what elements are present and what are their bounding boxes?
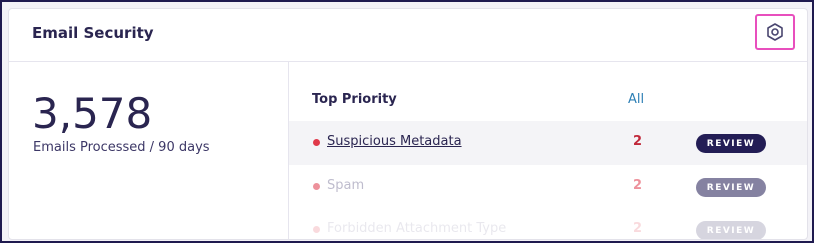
emails-processed-caption: Emails Processed / 90 days	[33, 140, 210, 155]
settings-button[interactable]	[755, 14, 795, 50]
emails-processed-count: 3,578	[32, 89, 153, 138]
priority-row-count: 2	[633, 134, 643, 149]
review-button[interactable]: REVIEW	[696, 221, 766, 239]
window-frame: Email Security 3,578 Emails Processed / …	[0, 0, 814, 243]
status-dot	[313, 183, 320, 190]
card-title: Email Security	[32, 24, 154, 42]
priority-row-count: 2	[633, 178, 643, 193]
gear-hexagon-icon	[767, 23, 783, 41]
status-dot	[313, 139, 320, 146]
summary-pane: 3,578 Emails Processed / 90 days	[9, 62, 289, 239]
top-priority-heading: Top Priority	[312, 92, 397, 107]
review-button[interactable]: REVIEW	[696, 134, 766, 153]
priority-row-link[interactable]: Spam	[327, 178, 364, 193]
priority-pane: Top Priority All Suspicious Metadata 2 R…	[289, 62, 807, 239]
priority-row-link[interactable]: Forbidden Attachment Type	[327, 221, 506, 236]
review-button[interactable]: REVIEW	[696, 178, 766, 197]
priority-row: Suspicious Metadata 2 REVIEW	[289, 121, 807, 165]
priority-row-count: 2	[633, 221, 643, 236]
card-header: Email Security	[9, 9, 807, 62]
email-security-card: Email Security 3,578 Emails Processed / …	[8, 8, 808, 240]
status-dot	[313, 226, 320, 233]
priority-row-link[interactable]: Suspicious Metadata	[327, 134, 462, 149]
priority-row: Spam 2 REVIEW	[289, 165, 807, 209]
all-link[interactable]: All	[628, 92, 644, 107]
priority-row: Forbidden Attachment Type 2 REVIEW	[289, 208, 807, 239]
